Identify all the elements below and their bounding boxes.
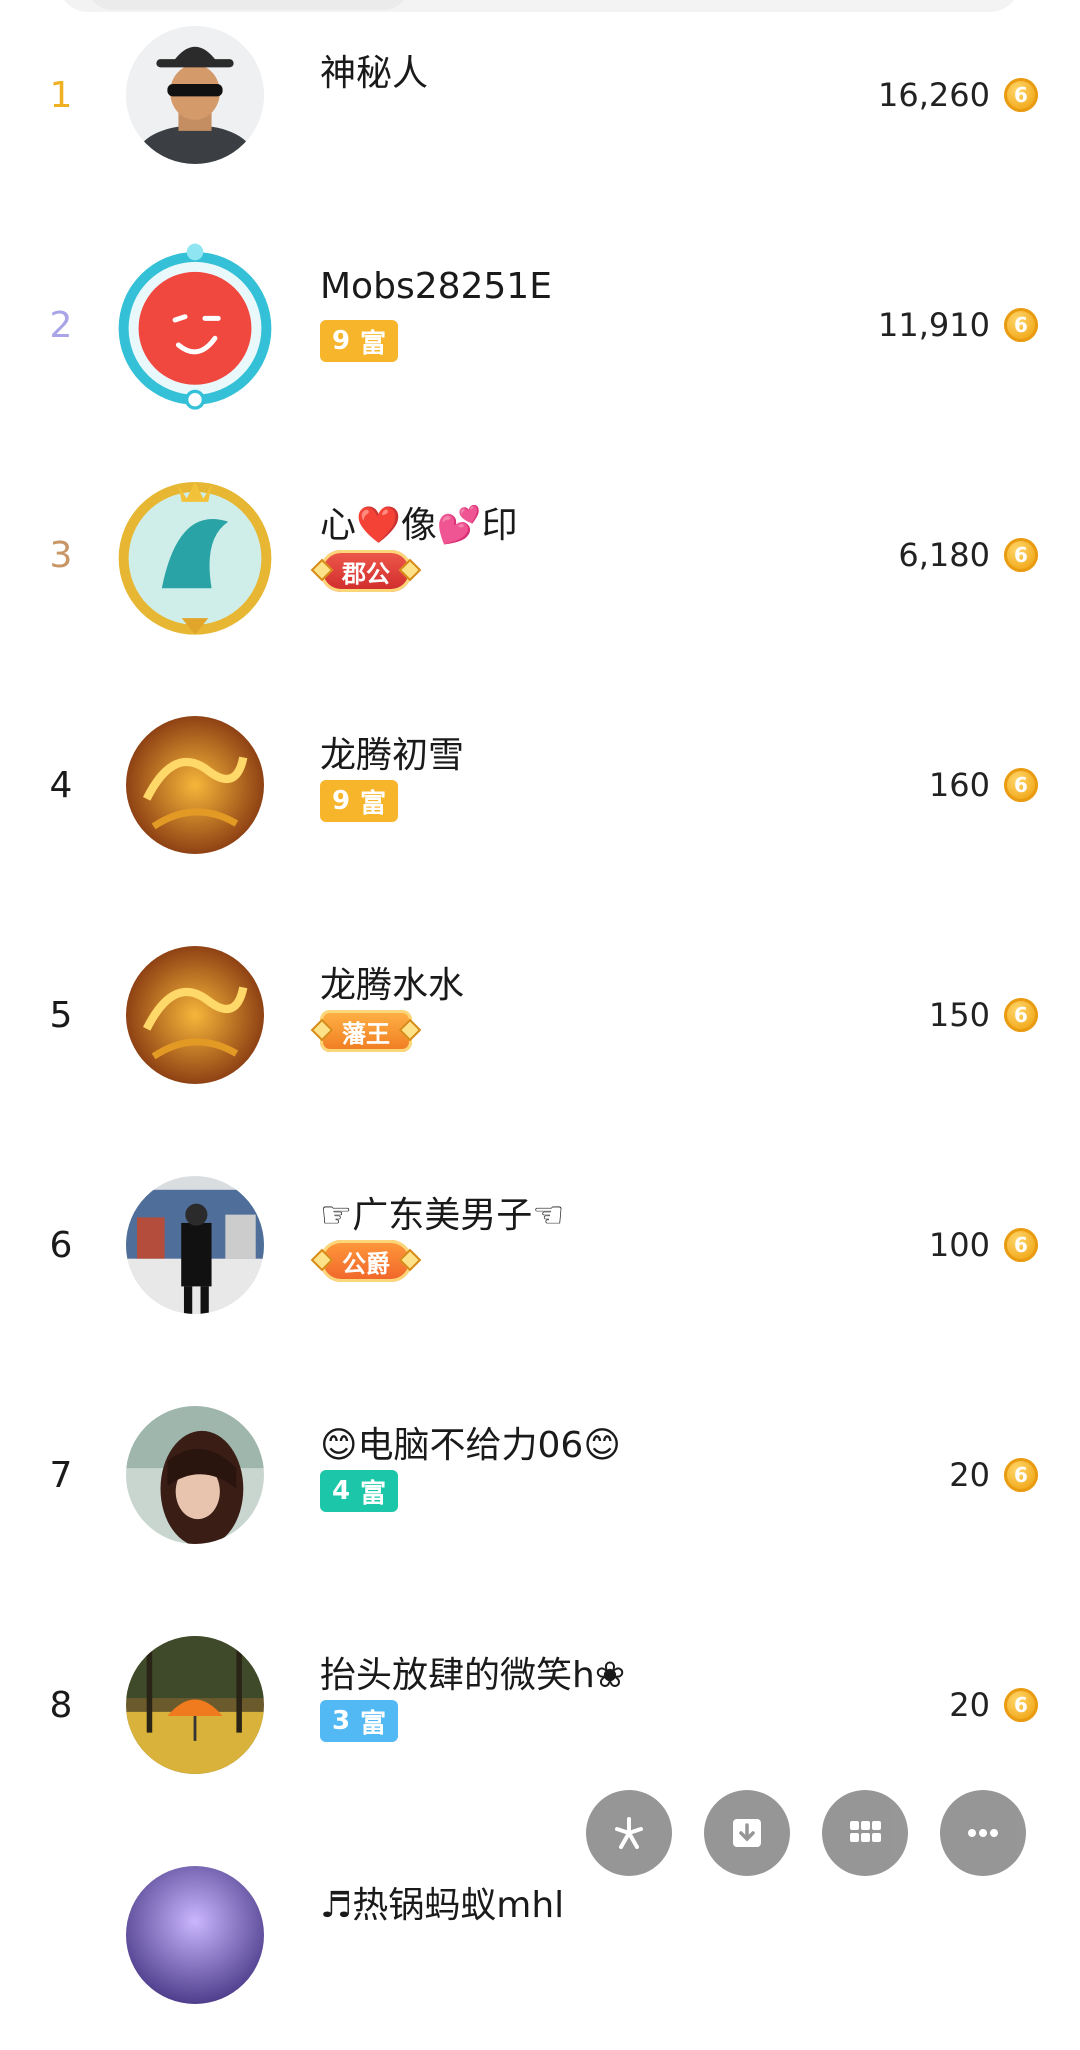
avatar[interactable] [126, 1636, 264, 1774]
rank-number: 5 [49, 994, 73, 1036]
rank-number: 4 [49, 764, 73, 806]
username: 龙腾初雪 [320, 735, 465, 776]
rank-number: 8 [49, 1684, 73, 1726]
more-icon [968, 1829, 998, 1837]
grid-button[interactable] [822, 1790, 908, 1876]
score-value: 6,180 [898, 536, 990, 574]
avatar[interactable] [126, 1406, 264, 1544]
list-item[interactable]: 1 神秘人 16,260 6 [0, 0, 1080, 210]
coin-icon: 6 [1004, 1458, 1038, 1492]
score-value: 11,910 [878, 306, 990, 344]
wealth-level-badge: 3富 [320, 1700, 399, 1742]
score-value: 20 [949, 1686, 990, 1724]
list-item[interactable]: 2 Mobs28251E 9富 11,910 6 [0, 210, 1080, 440]
score-value: 150 [928, 996, 990, 1034]
coin-icon: 6 [1004, 998, 1038, 1032]
avatar[interactable] [126, 716, 264, 854]
noble-title-badge: 藩王 [320, 1010, 412, 1052]
wealth-level-badge: 9富 [320, 320, 399, 362]
username: 龙腾水水 [320, 965, 465, 1006]
score-value: 16,260 [878, 76, 990, 114]
score-value: 20 [949, 1456, 990, 1494]
rank-number: 3 [49, 534, 73, 576]
wealth-level-badge: 4富 [320, 1470, 399, 1512]
username: 😊电脑不给力06😊 [320, 1425, 621, 1466]
list-item[interactable]: 5 龙腾水水 藩王 150 6 [0, 900, 1080, 1130]
list-item[interactable]: 3 心❤️像💕印 郡公 6,180 6 [0, 440, 1080, 670]
username: Mobs28251E [320, 266, 552, 307]
noble-title-badge: 郡公 [320, 550, 412, 592]
coin-icon: 6 [1004, 768, 1038, 802]
avatar[interactable] [126, 946, 264, 1084]
list-item[interactable]: 7 😊电脑不给力06😊 4富 20 6 [0, 1360, 1080, 1590]
grid-icon [850, 1821, 881, 1842]
coin-icon: 6 [1004, 1228, 1038, 1262]
rank-number: 7 [49, 1454, 73, 1496]
wealth-level-badge: 9富 [320, 780, 399, 822]
rank-number: 2 [49, 304, 73, 346]
username: 抬头放肆的微笑h❀ [320, 1655, 625, 1696]
list-item[interactable]: 4 龙腾初雪 9富 160 6 [0, 670, 1080, 900]
more-button[interactable] [940, 1790, 1026, 1876]
list-item[interactable]: 8 抬头放肆的微笑h❀ 3富 20 6 [0, 1590, 1080, 1820]
list-item[interactable]: 6 ☞广东美男子☜ 公爵 100 6 [0, 1130, 1080, 1360]
avatar[interactable] [126, 26, 264, 164]
username: ♬热锅蚂蚁mhl [320, 1885, 565, 1926]
share-button[interactable] [586, 1790, 672, 1876]
username: 心❤️像💕印 [320, 505, 518, 546]
avatar-frame[interactable] [112, 470, 278, 640]
coin-icon: 6 [1004, 78, 1038, 112]
score-value: 160 [928, 766, 990, 804]
floating-action-bar [586, 1790, 1026, 1876]
score-value: 100 [928, 1226, 990, 1264]
avatar[interactable] [126, 1866, 264, 2004]
username: 神秘人 [320, 53, 429, 94]
avatar[interactable] [126, 1176, 264, 1314]
noble-title-badge: 公爵 [320, 1240, 412, 1282]
coin-icon: 6 [1004, 1688, 1038, 1722]
coin-icon: 6 [1004, 538, 1038, 572]
rank-number: 6 [49, 1224, 73, 1266]
avatar-frame[interactable] [112, 240, 278, 410]
download-button[interactable] [704, 1790, 790, 1876]
download-icon [733, 1819, 761, 1847]
coin-icon: 6 [1004, 308, 1038, 342]
rank-number: 1 [49, 74, 73, 116]
share-icon [615, 1817, 643, 1849]
username: ☞广东美男子☜ [320, 1195, 565, 1236]
